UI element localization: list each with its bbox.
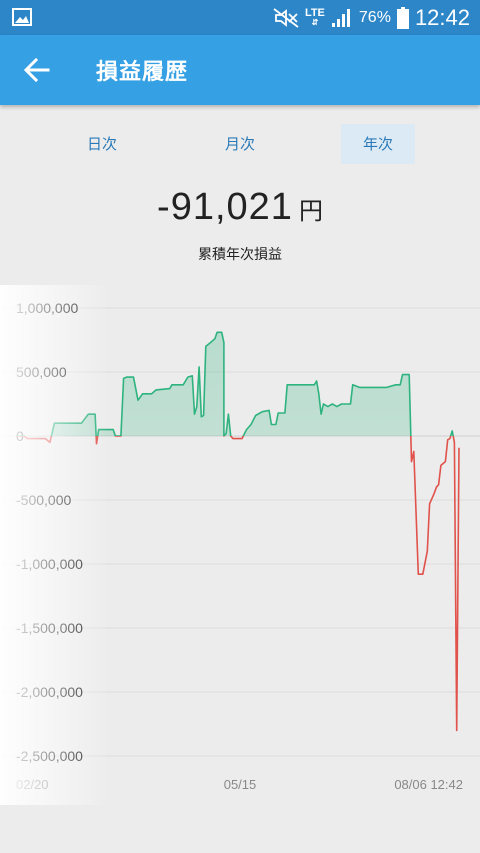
tab-yearly[interactable]: 年次 xyxy=(341,124,415,164)
page-title: 損益履歴 xyxy=(96,60,189,85)
clock: 12:42 xyxy=(414,4,470,30)
battery-icon xyxy=(396,6,409,29)
profit-line-chart: 1,000,000500,0000-500,000-1,000,000-1,50… xyxy=(0,300,480,792)
y-tick-label: -2,000,000 xyxy=(16,684,83,700)
y-tick-label: 1,000,000 xyxy=(16,300,78,316)
total-label: 累積年次損益 xyxy=(198,247,282,263)
x-tick-label: 02/20 xyxy=(16,777,49,792)
status-icons: LTE ⇵ 76% 12:42 xyxy=(273,0,470,35)
y-tick-label: -1,500,000 xyxy=(16,620,83,636)
status-bar: LTE ⇵ 76% 12:42 xyxy=(0,0,480,35)
y-tick-label: -2,500,000 xyxy=(16,748,83,764)
y-tick-label: -1,000,000 xyxy=(16,556,83,572)
positive-area xyxy=(16,332,459,436)
network-label: LTE ⇵ xyxy=(304,6,325,27)
x-tick-label: 08/06 12:42 xyxy=(394,777,463,792)
total-profit: -91,021 円 xyxy=(0,186,480,229)
app-bar: 損益履歴 xyxy=(0,35,480,105)
y-tick-label: -500,000 xyxy=(16,492,71,508)
total-value: -91,021 xyxy=(157,186,293,228)
tab-daily[interactable]: 日次 xyxy=(65,124,139,164)
tab-monthly[interactable]: 月次 xyxy=(203,124,277,164)
period-tabs: 日次 月次 年次 xyxy=(0,124,480,166)
total-unit: 円 xyxy=(298,197,323,225)
arrow-left-icon[interactable] xyxy=(18,52,56,88)
mute-icon xyxy=(273,7,299,28)
battery-percent: 76% xyxy=(358,8,391,26)
gallery-icon xyxy=(12,8,32,26)
x-tick-label: 05/15 xyxy=(224,777,257,792)
y-tick-label: 500,000 xyxy=(16,364,67,380)
profit-chart: 1,000,000 500,000 0 -500,000 -1,000,000 -1,50… xyxy=(0,285,480,805)
signal-icon xyxy=(331,8,350,27)
